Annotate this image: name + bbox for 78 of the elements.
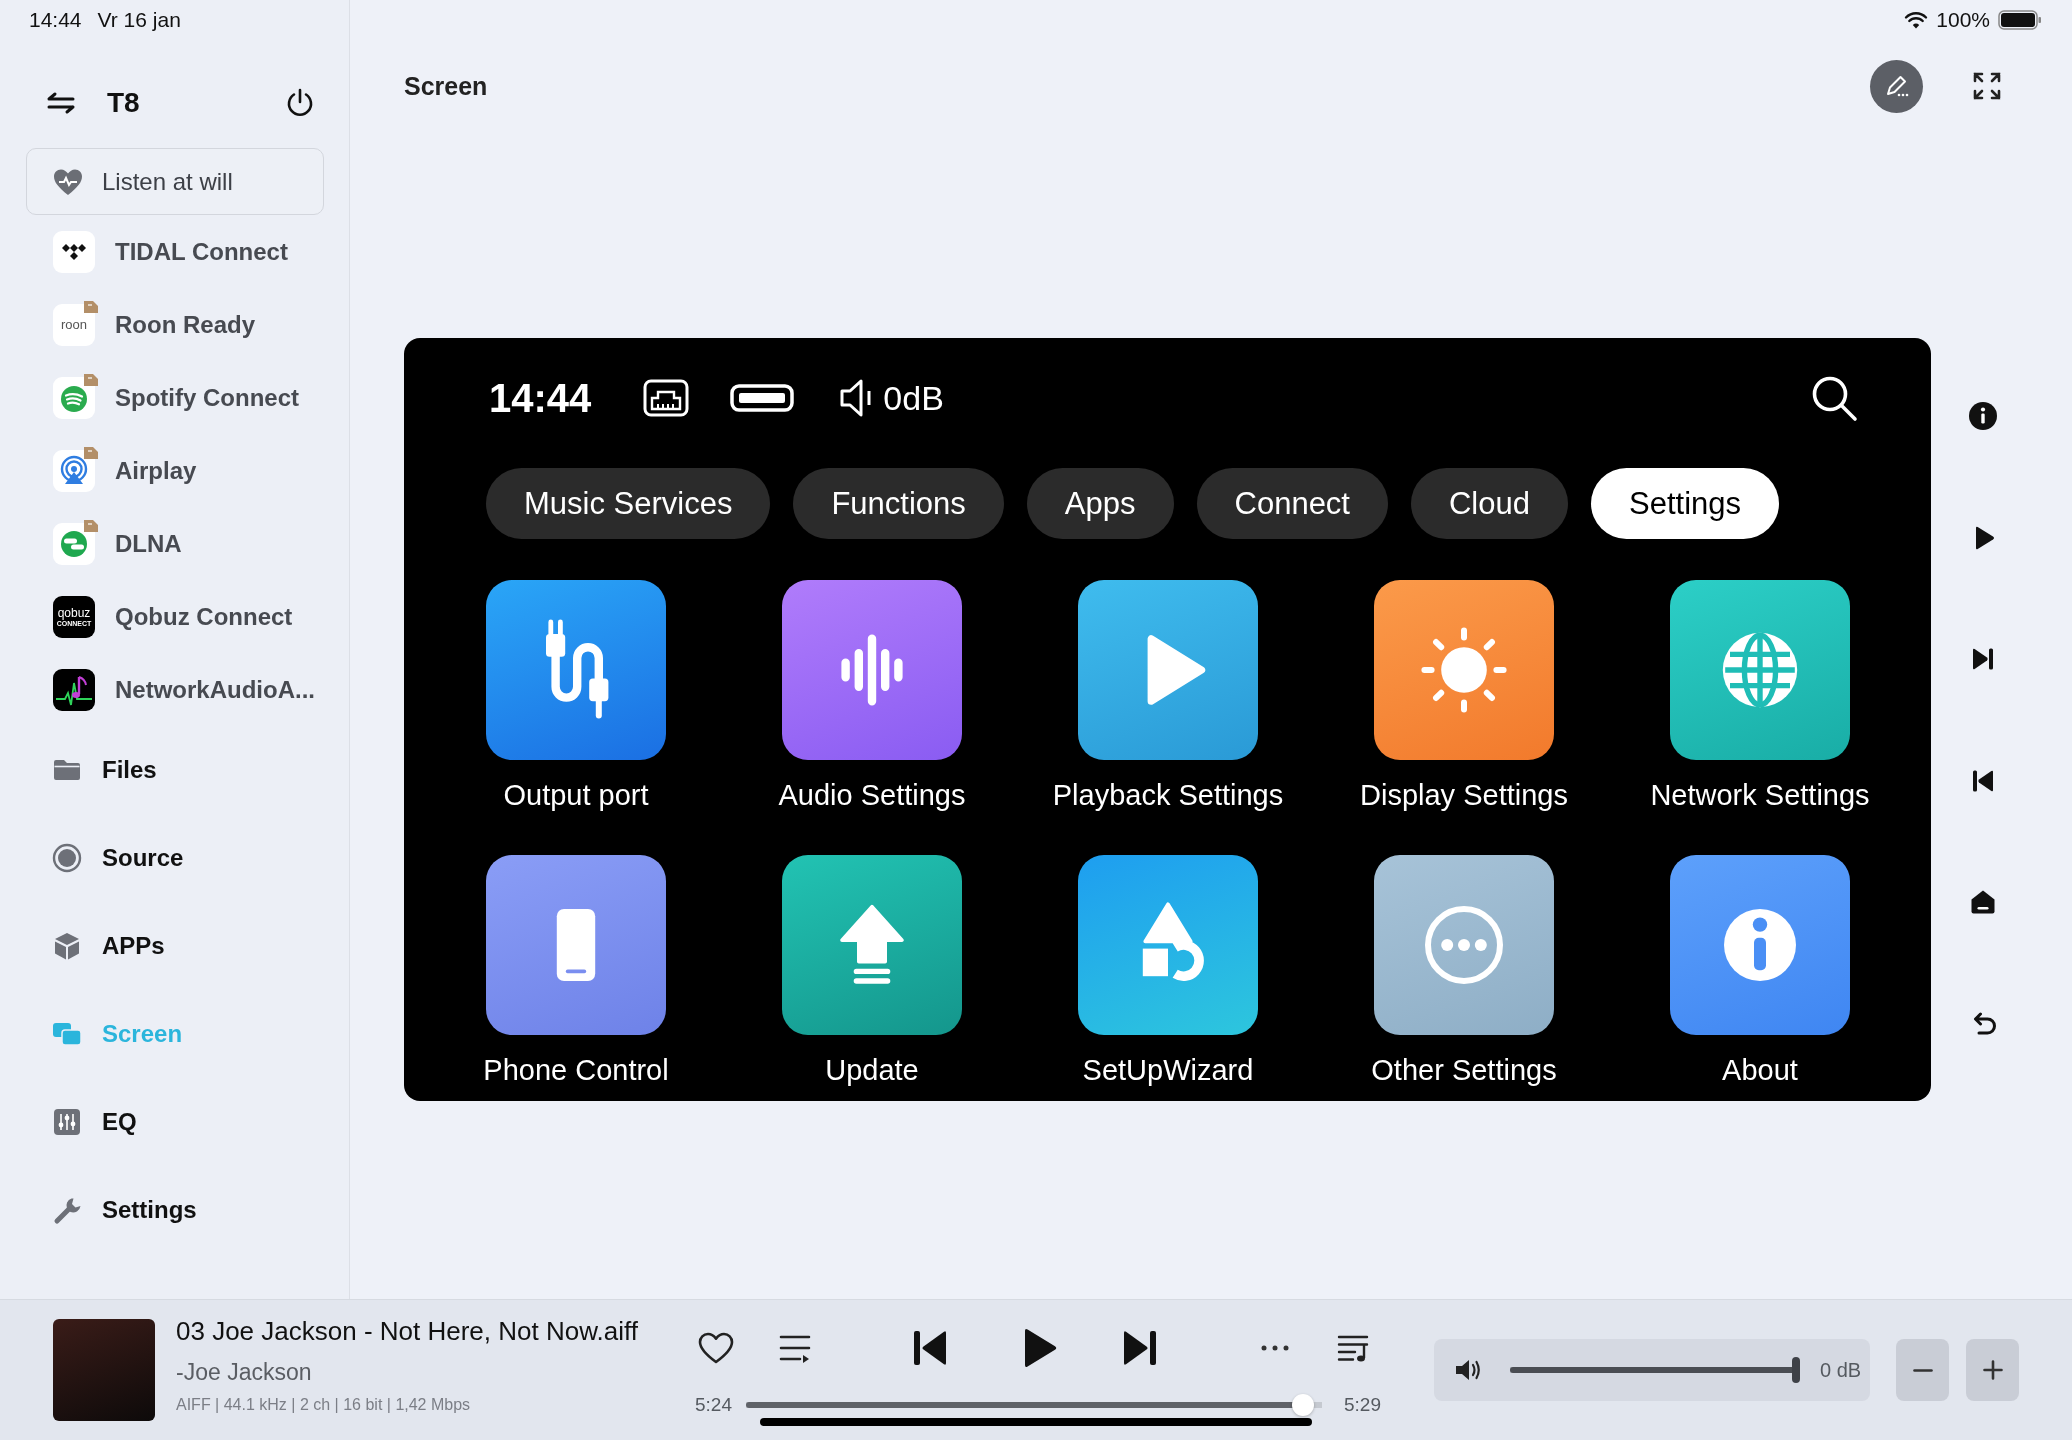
ethernet-port-icon bbox=[643, 379, 690, 417]
nav-item[interactable]: Source bbox=[52, 843, 184, 873]
drive-icon bbox=[730, 384, 795, 412]
device-time: 14:44 bbox=[489, 375, 592, 421]
slider-thumb[interactable] bbox=[1291, 1394, 1314, 1416]
app-label[interactable]: Phone Control bbox=[483, 1052, 669, 1088]
sound-wave-icon[interactable] bbox=[782, 580, 962, 760]
app-label[interactable]: About bbox=[1722, 1052, 1798, 1088]
heart-icon[interactable] bbox=[697, 1331, 735, 1365]
device-name: T8 bbox=[107, 87, 140, 119]
track-title: 03 Joe Jackson - Not Here, Not Now.aiff bbox=[176, 1316, 639, 1346]
more-dots-icon[interactable] bbox=[1374, 855, 1554, 1035]
broadcast-logo-icon bbox=[53, 449, 95, 492]
previous-icon[interactable] bbox=[911, 1328, 949, 1368]
stripes-circle-logo-icon bbox=[53, 376, 95, 419]
cube-icon bbox=[52, 931, 82, 961]
sliders-icon bbox=[52, 1107, 82, 1137]
nav-item[interactable]: EQ bbox=[52, 1107, 137, 1137]
fullscreen-icon[interactable] bbox=[1972, 71, 2002, 101]
volume-reading: 0 dB bbox=[1820, 1358, 1862, 1382]
minus-icon bbox=[1912, 1368, 1933, 1372]
service-item[interactable]: DLNA bbox=[53, 522, 182, 565]
battery-icon bbox=[1998, 10, 2042, 30]
app-label[interactable]: Display Settings bbox=[1360, 777, 1568, 813]
app-label[interactable]: Playback Settings bbox=[1052, 777, 1284, 813]
status-date: Vr 16 jan bbox=[97, 8, 181, 32]
page-title: Screen bbox=[404, 71, 488, 101]
app-label[interactable]: SetUpWizard bbox=[1082, 1052, 1254, 1088]
listen-button[interactable]: Listen at will bbox=[26, 148, 324, 215]
track-artist: -Joe Jackson bbox=[176, 1359, 313, 1385]
swap-icon[interactable] bbox=[46, 91, 76, 115]
app-label[interactable]: Audio Settings bbox=[778, 777, 966, 813]
plus-icon bbox=[1982, 1360, 2003, 1380]
nav-item[interactable]: Files bbox=[52, 755, 157, 785]
service-item[interactable]: Airplay bbox=[53, 449, 197, 492]
volume-thumb[interactable] bbox=[1792, 1357, 1800, 1383]
category-tab[interactable]: Functions bbox=[793, 468, 1004, 539]
link-circle-logo-icon bbox=[53, 522, 95, 565]
app-label[interactable]: Other Settings bbox=[1371, 1052, 1557, 1088]
category-tab[interactable]: Connect bbox=[1196, 468, 1388, 539]
app-label[interactable]: Update bbox=[825, 1052, 919, 1088]
shapes-icon[interactable] bbox=[1078, 855, 1258, 1035]
wordmark-logo: roon bbox=[53, 303, 95, 346]
volume-up-button[interactable] bbox=[1966, 1339, 2019, 1401]
battery-percent: 100% bbox=[1936, 8, 1990, 32]
nav-item[interactable]: Settings bbox=[52, 1195, 197, 1225]
device-volume: 0dB bbox=[883, 378, 944, 418]
queue-icon[interactable] bbox=[1336, 1333, 1370, 1363]
wifi-icon bbox=[1904, 11, 1929, 29]
service-item[interactable]: NetworkAudioA... bbox=[53, 668, 315, 711]
sun-icon[interactable] bbox=[1374, 580, 1554, 760]
category-tab[interactable]: Settings bbox=[1591, 468, 1779, 539]
diamond-logo-icon bbox=[53, 230, 95, 273]
elapsed-time: 5:24 bbox=[695, 1394, 732, 1416]
service-item[interactable]: Spotify Connect bbox=[53, 376, 299, 419]
category-tab[interactable]: Music Services bbox=[486, 468, 771, 539]
status-time: 14:44 bbox=[29, 8, 82, 32]
app-label[interactable]: Output port bbox=[503, 777, 649, 813]
globe-icon[interactable] bbox=[1670, 580, 1850, 760]
search-icon[interactable] bbox=[1810, 374, 1858, 422]
nav-item[interactable]: APPs bbox=[52, 931, 165, 961]
track-format: AIFF | 44.1 kHz | 2 ch | 16 bit | 1,42 Mbps bbox=[176, 1395, 472, 1415]
total-time: 5:29 bbox=[1344, 1394, 1381, 1416]
info-icon[interactable] bbox=[1968, 401, 1998, 431]
category-tab[interactable]: Cloud bbox=[1411, 468, 1568, 539]
phone-icon[interactable] bbox=[486, 855, 666, 1035]
list-icon[interactable] bbox=[778, 1333, 812, 1363]
category-tab[interactable]: Apps bbox=[1026, 468, 1174, 539]
more-icon[interactable] bbox=[1260, 1344, 1290, 1352]
pulse-note-logo-icon bbox=[53, 668, 95, 711]
service-item[interactable]: roon Roon Ready bbox=[53, 303, 255, 346]
app-label[interactable]: Network Settings bbox=[1650, 777, 1870, 813]
ring-dot-icon bbox=[52, 843, 82, 873]
next-icon[interactable] bbox=[1121, 1328, 1159, 1368]
cable-plug-icon[interactable] bbox=[486, 580, 666, 760]
edit-button[interactable] bbox=[1870, 59, 1923, 113]
volume-icon[interactable] bbox=[1453, 1357, 1483, 1383]
service-item[interactable]: TIDAL Connect bbox=[53, 230, 288, 273]
